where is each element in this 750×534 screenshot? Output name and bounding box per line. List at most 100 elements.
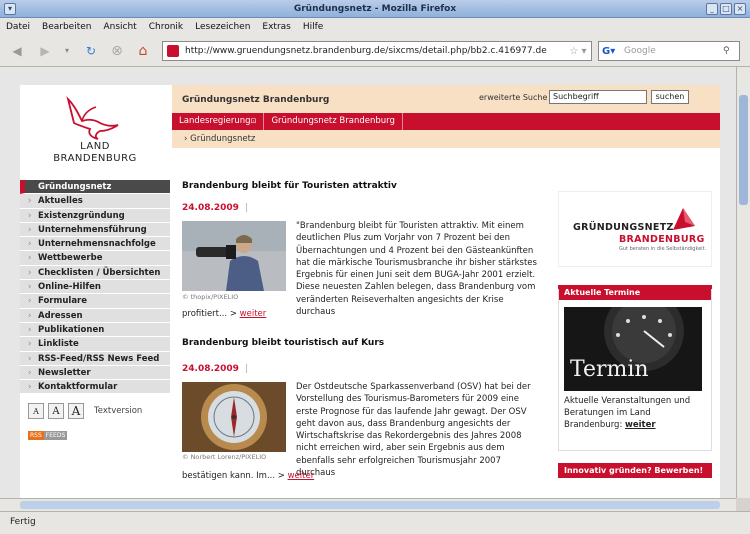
nav-item-aktuelles[interactable]: Aktuelles [20,194,170,209]
nav-item-unternehmensnachfolge[interactable]: Unternehmensnachfolge [20,237,170,252]
window-title: Gründungsnetz - Mozilla Firefox [293,3,457,14]
navigation-toolbar: ◀ ▶ ▾ ↻ ⊗ ⌂ http://www.gruendungsnetz.br… [0,35,750,67]
breadcrumb: › Gründungsnetz [172,130,720,148]
reload-icon[interactable]: ↻ [82,42,100,60]
font-large-button[interactable]: A [68,403,84,419]
search-input[interactable]: Google [624,46,723,56]
nav-item-wettbewerbe[interactable]: Wettbewerbe [20,251,170,266]
nav-item-publikationen[interactable]: Publikationen [20,322,170,338]
menu-datei[interactable]: Datei [6,22,30,32]
nav-item-online-hilfen[interactable]: Online-Hilfen [20,280,170,295]
advanced-search-link[interactable]: erweiterte Suche [479,93,547,102]
horizontal-scrollbar[interactable] [0,498,736,511]
font-medium-button[interactable]: A [48,403,64,419]
breadcrumb-item[interactable]: › Gründungsnetz [184,134,255,144]
horizontal-scroll-thumb[interactable] [20,501,720,509]
textversion-link[interactable]: Textversion [94,406,142,416]
font-small-button[interactable]: A [28,403,44,419]
status-bar: Fertig [0,511,750,534]
breadcrumb-label: Gründungsnetz [190,134,256,144]
menu-hilfe[interactable]: Hilfe [303,22,323,32]
article-2-photo-credit: © Norbert Lorenz/PIXELIO [182,453,267,461]
history-dropdown-icon[interactable]: ▾ [58,42,76,60]
photographer-photo [182,221,286,291]
site-search-input[interactable]: Suchbegriff [549,90,647,104]
search-bar[interactable]: G▾ Google ⚲ [598,41,740,61]
article-2-title[interactable]: Brandenburg bleibt touristisch auf Kurs [182,338,384,348]
nav-item-rss-feed[interactable]: RSS-Feed/RSS News Feed [20,351,170,366]
window-titlebar: Gründungsnetz - Mozilla Firefox ▾ _ □ × [0,0,750,18]
termin-word: Termin [570,357,649,382]
nav-landesregierung[interactable]: Landesregierung⊡ [172,113,265,130]
article-2-date: 24.08.2009 [182,364,248,374]
stop-icon[interactable]: ⊗ [108,42,126,60]
article-1-photo-credit: © thopix/PIXELIO [182,293,239,301]
rss-badge-left: RSS [28,431,44,440]
compass-photo [182,382,286,452]
nav-item-kontaktformular[interactable]: Kontaktformular [20,380,170,395]
menu-chronik[interactable]: Chronik [149,22,183,32]
termine-weiter-link[interactable]: weiter [625,420,656,430]
nav-item-adressen[interactable]: Adressen [20,308,170,323]
nav-gruendungsnetz-brandenburg[interactable]: Gründungsnetz Brandenburg [264,113,403,130]
site-search-button[interactable]: suchen [651,90,689,104]
gruendungsnetz-logo[interactable]: GRÜNDUNGSNETZ BRANDENBURG Gut beraten in… [558,191,712,267]
site-header: Gründungsnetz Brandenburg erweiterte Suc… [172,85,720,113]
gruendungsnetz-emblem-icon [673,208,695,230]
article-1-title[interactable]: Brandenburg bleibt für Touristen attrakt… [182,181,397,191]
article-2-weiter-link[interactable]: weiter [288,471,315,481]
nav-item-formulare[interactable]: Formulare [20,294,170,309]
article-2-text: Der Ostdeutsche Sparkassenverband (OSV) … [296,382,531,479]
top-navigation-bar: Landesregierung⊡ Gründungsnetz Brandenbu… [172,113,720,130]
article-1-more: profitiert... > weiter [182,309,266,319]
menu-lesezeichen[interactable]: Lesezeichen [195,22,250,32]
nav-item-gruendungsnetz[interactable]: Gründungsnetz [20,180,170,195]
logo-line-land: LAND [80,141,110,152]
article-1-weiter-link[interactable]: weiter [240,309,267,319]
minimize-icon[interactable]: _ [706,3,718,15]
window-menu-icon[interactable]: ▾ [4,3,16,15]
vertical-scroll-thumb[interactable] [739,95,748,205]
gn-logo-line1: GRÜNDUNGSNETZ [573,222,674,233]
forward-arrow-icon[interactable]: ▶ [36,42,54,60]
article-2-more: bestätigen kann. Im... > weiter [182,471,314,481]
article-2-more-prefix: bestätigen kann. Im... > [182,471,285,481]
font-size-controls: A A A Textversion [28,403,142,419]
logo-line-brandenburg: BRANDENBURG [53,153,137,164]
termine-text: Aktuelle Veranstaltungen und Beratungen … [564,395,708,431]
url-text: http://www.gruendungsnetz.brandenburg.de… [185,46,547,56]
close-icon[interactable]: × [734,3,746,15]
rss-badge-right: FEEDS [43,431,68,440]
menu-bearbeiten[interactable]: Bearbeiten [42,22,91,32]
innovativ-box-header[interactable]: Innovativ gründen? Bewerben! [558,463,712,478]
vertical-scrollbar[interactable] [736,67,750,498]
nav-landesregierung-label: Landesregierung [179,116,251,126]
website: LAND BRANDENBURG Gründungsnetz Brandenbu… [20,85,720,498]
url-bar[interactable]: http://www.gruendungsnetz.brandenburg.de… [162,41,592,61]
gn-logo-line2: BRANDENBURG [619,234,705,245]
rss-feeds-badge[interactable]: RSS FEEDS [28,431,68,440]
land-brandenburg-logo[interactable]: LAND BRANDENBURG [20,85,170,195]
home-icon[interactable]: ⌂ [134,42,152,60]
status-text: Fertig [10,517,36,527]
menu-extras[interactable]: Extras [262,22,290,32]
termin-image[interactable]: Termin [564,307,702,391]
google-engine-icon[interactable]: G▾ [602,46,624,57]
nav-item-linkliste[interactable]: Linkliste [20,337,170,352]
search-magnifier-icon[interactable]: ⚲ [723,46,739,56]
page-viewport: LAND BRANDENBURG Gründungsnetz Brandenbu… [0,67,736,498]
back-arrow-icon[interactable]: ◀ [8,42,26,60]
maximize-icon[interactable]: □ [720,3,732,15]
article-1-date: 24.08.2009 [182,203,248,213]
bookmark-star-icon[interactable]: ☆ ▾ [565,46,591,57]
gn-logo-tagline: Gut beraten in die Selbständigkeit. [619,246,707,252]
nav-item-checklisten[interactable]: Checklisten / Übersichten [20,265,170,281]
menu-ansicht[interactable]: Ansicht [103,22,136,32]
nav-item-unternehmensfuehrung[interactable]: Unternehmensführung [20,222,170,238]
eagle-logo-icon [66,96,119,140]
nav-item-newsletter[interactable]: Newsletter [20,365,170,381]
main-content: Brandenburg bleibt für Touristen attrakt… [172,171,550,498]
menu-bar: Datei Bearbeiten Ansicht Chronik Lesezei… [0,18,750,35]
external-link-icon: ⊡ [250,117,257,125]
nav-item-existenzgruendung[interactable]: Existenzgründung [20,208,170,223]
